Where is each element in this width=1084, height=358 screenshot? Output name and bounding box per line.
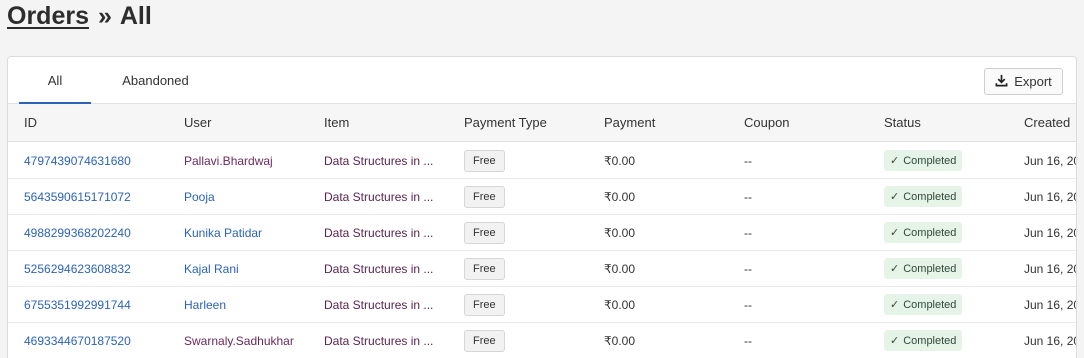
payment-amount: ₹0.00 (604, 262, 635, 276)
check-icon: ✓ (890, 334, 900, 347)
payment-type-cell: Free (464, 287, 594, 323)
column-header-item[interactable]: Item (324, 104, 449, 142)
payment-type-cell: Free (464, 323, 594, 358)
created-date: Jun 16, 20 (1024, 334, 1077, 348)
status-badge: ✓ Completed (884, 150, 963, 171)
user-link[interactable]: Pallavi.Bhardwaj (184, 143, 314, 179)
export-label: Export (1014, 74, 1052, 89)
order-id-link[interactable]: 5643590615171072 (24, 179, 174, 215)
breadcrumb-separator: » (97, 2, 112, 30)
payment-type-cell: Free (464, 215, 594, 251)
payment-amount: ₹0.00 (604, 154, 635, 168)
user-link[interactable]: Kajal Rani (184, 251, 314, 287)
payment-amount: ₹0.00 (604, 226, 635, 240)
status-cell: ✓ Completed (884, 323, 1014, 358)
coupon-value: -- (744, 226, 752, 240)
status-label: Completed (903, 298, 957, 311)
coupon-value: -- (744, 298, 752, 312)
created-date: Jun 16, 20 (1024, 298, 1077, 312)
status-cell: ✓ Completed (884, 143, 1014, 179)
table-row[interactable]: 4693344670187520 Swarnaly.Sadhukhar Data… (8, 323, 1076, 358)
payment-amount: ₹0.00 (604, 190, 635, 204)
status-badge: ✓ Completed (884, 186, 963, 207)
item-link[interactable]: Data Structures in ... (324, 323, 449, 358)
user-link[interactable]: Swarnaly.Sadhukhar (184, 323, 314, 358)
user-link[interactable]: Kunika Patidar (184, 215, 314, 251)
breadcrumb-orders-link[interactable]: Orders (7, 2, 89, 30)
payment-type-badge: Free (464, 150, 505, 172)
download-icon (995, 74, 1008, 90)
status-cell: ✓ Completed (884, 251, 1014, 287)
status-cell: ✓ Completed (884, 287, 1014, 323)
payment-type-cell: Free (464, 251, 594, 287)
payment-type-badge: Free (464, 186, 505, 208)
order-id-link[interactable]: 4988299368202240 (24, 215, 174, 251)
table-row[interactable]: 6755351992991744 Harleen Data Structures… (8, 287, 1076, 323)
tab-all[interactable]: All (19, 57, 91, 104)
orders-card: All Abandoned Export ID User Item Paymen… (7, 56, 1077, 358)
item-link[interactable]: Data Structures in ... (324, 287, 449, 323)
status-label: Completed (903, 226, 957, 239)
table-row[interactable]: 4988299368202240 Kunika Patidar Data Str… (8, 215, 1076, 251)
item-link[interactable]: Data Structures in ... (324, 251, 449, 287)
check-icon: ✓ (890, 226, 900, 239)
payment-type-badge: Free (464, 294, 505, 316)
status-badge: ✓ Completed (884, 258, 963, 279)
status-badge: ✓ Completed (884, 222, 963, 243)
status-label: Completed (903, 262, 957, 275)
table-row[interactable]: 4797439074631680 Pallavi.Bhardwaj Data S… (8, 143, 1076, 179)
payment-type-cell: Free (464, 179, 594, 215)
column-header-created[interactable]: Created (1024, 104, 1076, 142)
coupon-value: -- (744, 334, 752, 348)
column-header-id[interactable]: ID (24, 104, 174, 142)
export-button[interactable]: Export (984, 68, 1063, 95)
item-link[interactable]: Data Structures in ... (324, 215, 449, 251)
coupon-value: -- (744, 190, 752, 204)
status-badge: ✓ Completed (884, 330, 963, 351)
payment-type-badge: Free (464, 258, 505, 280)
tabs-bar: All Abandoned Export (8, 57, 1076, 104)
user-link[interactable]: Pooja (184, 179, 314, 215)
status-label: Completed (903, 190, 957, 203)
breadcrumb-current: All (119, 2, 152, 30)
column-header-payment[interactable]: Payment (604, 104, 734, 142)
status-cell: ✓ Completed (884, 179, 1014, 215)
order-id-link[interactable]: 6755351992991744 (24, 287, 174, 323)
payment-amount: ₹0.00 (604, 334, 635, 348)
check-icon: ✓ (890, 190, 900, 203)
payment-type-badge: Free (464, 222, 505, 244)
user-link[interactable]: Harleen (184, 287, 314, 323)
order-id-link[interactable]: 5256294623608832 (24, 251, 174, 287)
status-badge: ✓ Completed (884, 294, 963, 315)
created-date: Jun 16, 20 (1024, 154, 1077, 168)
table-row[interactable]: 5256294623608832 Kajal Rani Data Structu… (8, 251, 1076, 287)
payment-type-badge: Free (464, 330, 505, 352)
payment-type-cell: Free (464, 143, 594, 179)
order-id-link[interactable]: 4797439074631680 (24, 143, 174, 179)
column-header-status[interactable]: Status (884, 104, 1014, 142)
created-date: Jun 16, 20 (1024, 190, 1077, 204)
coupon-value: -- (744, 154, 752, 168)
table-header: ID User Item Payment Type Payment Coupon… (8, 104, 1076, 142)
tab-abandoned[interactable]: Abandoned (108, 57, 203, 104)
item-link[interactable]: Data Structures in ... (324, 179, 449, 215)
created-date: Jun 16, 20 (1024, 262, 1077, 276)
status-cell: ✓ Completed (884, 215, 1014, 251)
column-header-payment-type[interactable]: Payment Type (464, 104, 594, 142)
page-title: Orders » All (7, 2, 152, 31)
created-date: Jun 16, 20 (1024, 226, 1077, 240)
check-icon: ✓ (890, 262, 900, 275)
status-label: Completed (903, 334, 957, 347)
table-row[interactable]: 5643590615171072 Pooja Data Structures i… (8, 179, 1076, 215)
order-id-link[interactable]: 4693344670187520 (24, 323, 174, 358)
coupon-value: -- (744, 262, 752, 276)
check-icon: ✓ (890, 298, 900, 311)
column-header-coupon[interactable]: Coupon (744, 104, 874, 142)
item-link[interactable]: Data Structures in ... (324, 143, 449, 179)
column-header-user[interactable]: User (184, 104, 314, 142)
status-label: Completed (903, 154, 957, 167)
payment-amount: ₹0.00 (604, 298, 635, 312)
check-icon: ✓ (890, 154, 900, 167)
